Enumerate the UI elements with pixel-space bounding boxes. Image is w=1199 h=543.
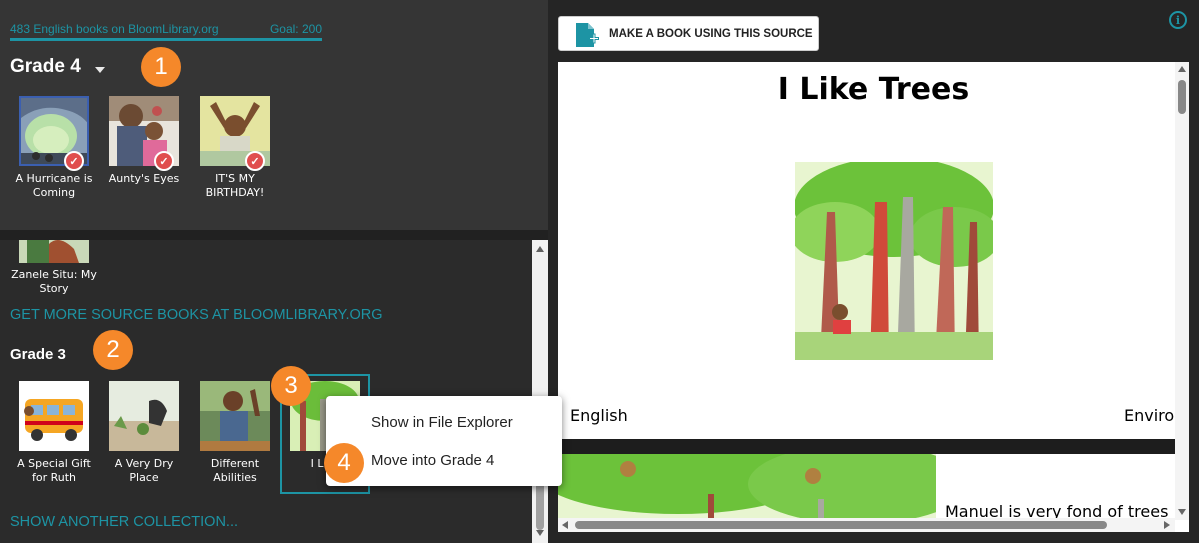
book-thumbnail — [19, 240, 89, 263]
book-title: A Special Gift for Ruth — [17, 457, 91, 484]
book-title: Different Abilities — [210, 457, 260, 484]
book-thumbnail — [200, 381, 270, 451]
preview-horizontal-scrollbar[interactable] — [558, 518, 1175, 532]
book-thumbnail — [109, 381, 179, 451]
book-title: A Very Dry Place — [114, 457, 174, 484]
caret-down-icon[interactable] — [95, 67, 105, 73]
scrollbar-thumb[interactable] — [1178, 80, 1186, 114]
cover-image — [795, 162, 993, 360]
step-badge-2: 2 — [93, 330, 133, 370]
scrollbar-thumb[interactable] — [536, 480, 544, 530]
step-badge-4: 4 — [324, 443, 364, 483]
scroll-left-icon[interactable] — [562, 521, 568, 529]
goal-progress-bar — [10, 38, 322, 41]
show-another-collection-link[interactable]: SHOW ANOTHER COLLECTION... — [10, 514, 238, 530]
book-count-label: 483 English books on BloomLibrary.org — [10, 22, 219, 36]
collection-title-grade3: Grade 3 — [10, 346, 66, 363]
menu-item-move-into-grade-4[interactable]: Move into Grade 4 — [371, 452, 494, 469]
book-title: A Hurricane is Coming — [15, 172, 93, 199]
book-title: IT'S MY BIRTHDAY! — [205, 172, 265, 199]
source-collections-list: Zanele Situ: My Story GET MORE SOURCE BO… — [0, 240, 532, 543]
scroll-down-icon[interactable] — [536, 530, 544, 536]
pane-divider[interactable] — [0, 230, 548, 240]
book-title: Aunty's Eyes — [108, 172, 180, 185]
language-label: English — [570, 406, 628, 425]
document-plus-icon — [576, 23, 599, 47]
step-badge-1: 1 — [141, 47, 181, 87]
scrollbar-thumb[interactable] — [575, 521, 1107, 529]
info-icon[interactable]: i — [1169, 11, 1187, 29]
page-separator — [558, 439, 1176, 454]
scroll-right-icon[interactable] — [1164, 521, 1170, 529]
collections-scrollbar[interactable] — [532, 240, 548, 543]
step-badge-3: 3 — [271, 366, 311, 406]
make-book-label: MAKE A BOOK USING THIS SOURCE — [609, 28, 813, 40]
book-preview: I Like Trees English Envirom Manuel is v… — [558, 62, 1189, 532]
book-preview-title: I Like Trees — [777, 72, 970, 107]
check-badge-icon: ✓ — [154, 151, 174, 171]
page-2-image — [558, 454, 936, 524]
book-thumbnail — [19, 381, 89, 451]
make-book-button[interactable]: MAKE A BOOK USING THIS SOURCE — [558, 16, 819, 51]
check-badge-icon: ✓ — [245, 151, 265, 171]
grade4-collection: 483 English books on BloomLibrary.org Go… — [0, 0, 548, 230]
scroll-up-icon[interactable] — [536, 246, 544, 252]
scroll-up-icon[interactable] — [1178, 66, 1186, 72]
book-title: Zanele Situ: My Story — [11, 268, 97, 295]
get-more-books-link[interactable]: GET MORE SOURCE BOOKS AT BLOOMLIBRARY.OR… — [10, 307, 383, 323]
book-preview-pane: MAKE A BOOK USING THIS SOURCE i I Like T… — [548, 0, 1199, 543]
preview-vertical-scrollbar[interactable] — [1175, 62, 1189, 520]
menu-item-show-in-file-explorer[interactable]: Show in File Explorer — [371, 414, 513, 431]
goal-label: Goal: 200 — [269, 22, 322, 36]
check-badge-icon: ✓ — [64, 151, 84, 171]
scroll-down-icon[interactable] — [1178, 509, 1186, 515]
collection-title-grade4[interactable]: Grade 4 — [10, 56, 81, 78]
